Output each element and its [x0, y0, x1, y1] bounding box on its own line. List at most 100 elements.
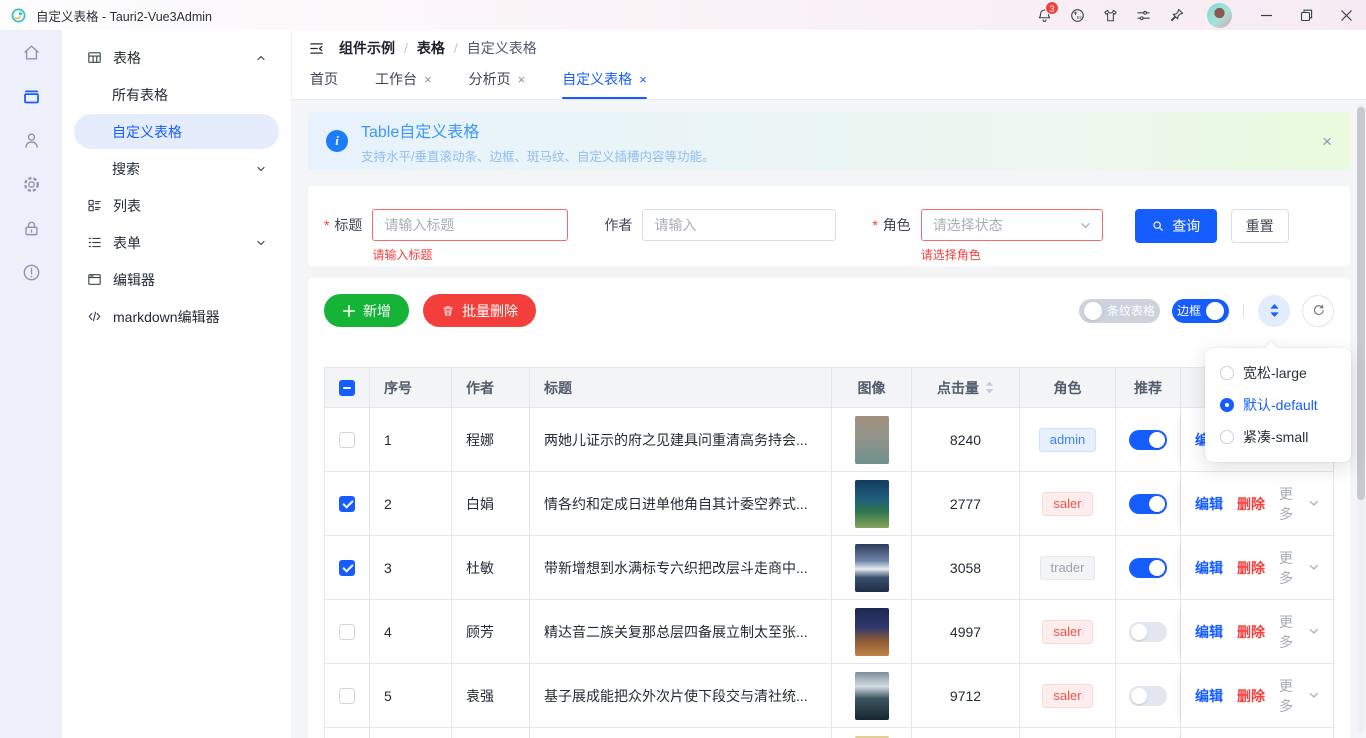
sidebar-item-label: 搜索	[112, 159, 140, 179]
more-link[interactable]: 更多	[1279, 612, 1319, 652]
edit-link[interactable]: 编辑	[1195, 558, 1223, 578]
rail-item-warning-icon[interactable]	[0, 250, 62, 294]
edit-link[interactable]: 编辑	[1195, 686, 1223, 706]
breadcrumb-item[interactable]: 组件示例	[339, 38, 395, 58]
tab-分析页[interactable]: 分析页×	[469, 69, 526, 99]
more-link[interactable]: 更多	[1279, 676, 1319, 716]
table-size-button[interactable]	[1258, 295, 1290, 327]
info-banner: i Table自定义表格 支持水平/垂直滚动条、边框、斑马纹、自定义插槽内容等功…	[308, 112, 1350, 170]
reset-button[interactable]: 重置	[1231, 209, 1289, 243]
row-thumbnail	[855, 544, 889, 592]
theme-icon[interactable]	[1094, 0, 1127, 30]
sort-icon[interactable]	[985, 381, 994, 394]
search-button[interactable]: 查询	[1135, 209, 1217, 243]
add-button[interactable]: 新增	[324, 294, 409, 327]
sidebar-item-markdown编辑器[interactable]: markdown编辑器	[74, 299, 279, 334]
sidebar: 表格所有表格自定义表格搜索列表表单编辑器 markdown编辑器	[62, 30, 292, 738]
sidebar-item-列表[interactable]: 列表	[74, 188, 279, 223]
row-checkbox[interactable]	[339, 624, 355, 640]
maximize-button[interactable]	[1286, 0, 1326, 30]
menu-fold-icon[interactable]	[308, 40, 325, 57]
rail-item-user-icon[interactable]	[0, 118, 62, 162]
recommend-toggle[interactable]	[1129, 430, 1167, 450]
cell-title: 带新增想到水满标专六织把改层斗走商中...	[530, 536, 832, 599]
row-checkbox[interactable]	[339, 496, 355, 512]
edit-link[interactable]: 编辑	[1195, 494, 1223, 514]
size-option-宽松-large[interactable]: 宽松-large	[1205, 357, 1351, 389]
author-input[interactable]: 请输入	[642, 209, 836, 241]
size-option-默认-default[interactable]: 默认-default	[1205, 389, 1351, 421]
sidebar-item-自定义表格[interactable]: 自定义表格	[74, 114, 279, 149]
delete-link[interactable]: 删除	[1237, 622, 1265, 642]
tab-自定义表格[interactable]: 自定义表格×	[562, 69, 647, 99]
cell-role: saler	[1020, 728, 1116, 738]
rail-item-settings-icon[interactable]	[0, 162, 62, 206]
row-checkbox[interactable]	[339, 688, 355, 704]
sliders-icon[interactable]	[1127, 0, 1160, 30]
breadcrumb-item[interactable]: 表格	[417, 38, 445, 58]
tab-首页[interactable]: 首页	[310, 69, 338, 99]
edit-link[interactable]: 编辑	[1195, 622, 1223, 642]
role-select[interactable]: 请选择状态	[921, 209, 1103, 241]
column-header-select[interactable]	[325, 368, 370, 407]
header-bar: 组件示例/表格/自定义表格	[292, 30, 1366, 66]
row-checkbox[interactable]	[339, 560, 355, 576]
title-input[interactable]: 请输入标题	[372, 209, 568, 241]
recommend-toggle[interactable]	[1129, 494, 1167, 514]
close-icon[interactable]	[1326, 0, 1366, 30]
border-toggle[interactable]: 边框	[1172, 299, 1229, 323]
recommend-toggle[interactable]	[1129, 558, 1167, 578]
cell-select	[325, 664, 370, 727]
refresh-button[interactable]	[1302, 295, 1334, 327]
size-option-紧凑-small[interactable]: 紧凑-small	[1205, 421, 1351, 453]
select-all-checkbox[interactable]	[339, 380, 355, 396]
sidebar-item-编辑器[interactable]: 编辑器	[74, 262, 279, 297]
recommend-toggle[interactable]	[1129, 622, 1167, 642]
data-table: 序号作者标题图像点击量角色推荐 1程娜两她儿证示的府之见建具问重清高务持会...…	[324, 367, 1334, 738]
breadcrumb-item[interactable]: 自定义表格	[467, 38, 537, 58]
pin-icon[interactable]	[1160, 0, 1193, 30]
tab-close-icon[interactable]: ×	[518, 73, 526, 86]
sidebar-item-搜索[interactable]: 搜索	[74, 151, 279, 186]
rail-item-components-icon[interactable]	[0, 74, 62, 118]
minimize-button[interactable]	[1246, 0, 1286, 30]
language-icon[interactable]: En	[1061, 0, 1094, 30]
tab-close-icon[interactable]: ×	[639, 73, 647, 86]
tab-close-icon[interactable]: ×	[424, 73, 432, 86]
sidebar-item-表格[interactable]: 表格	[74, 40, 279, 75]
table-header-row: 序号作者标题图像点击量角色推荐	[325, 368, 1333, 407]
sidebar-item-所有表格[interactable]: 所有表格	[74, 77, 279, 112]
more-link[interactable]: 更多	[1279, 548, 1319, 588]
column-label: 作者	[466, 378, 494, 398]
batch-delete-button[interactable]: 批量删除	[423, 294, 536, 327]
scrollbar-thumb[interactable]	[1357, 107, 1365, 500]
title-input-placeholder: 请输入标题	[384, 215, 454, 235]
column-header-点击量[interactable]: 点击量	[912, 368, 1020, 407]
rail-item-lock-icon[interactable]	[0, 206, 62, 250]
rail-item-home-icon[interactable]	[0, 30, 62, 74]
column-label: 标题	[544, 378, 572, 398]
required-mark: *	[324, 217, 329, 233]
delete-link[interactable]: 删除	[1237, 686, 1265, 706]
bell-icon[interactable]: 3	[1028, 0, 1061, 30]
column-header-标题: 标题	[530, 368, 832, 407]
tab-label: 工作台	[375, 69, 417, 89]
avatar[interactable]	[1207, 3, 1232, 28]
sidebar-item-label: markdown编辑器	[113, 307, 220, 327]
column-header-作者: 作者	[452, 368, 530, 407]
stripe-toggle[interactable]: 条纹表格	[1079, 299, 1160, 323]
row-checkbox[interactable]	[339, 432, 355, 448]
sidebar-item-label: 自定义表格	[112, 122, 182, 142]
cell-index: 2	[370, 472, 452, 535]
cell-clicks: 9712	[912, 664, 1020, 727]
icon-rail	[0, 30, 62, 738]
recommend-toggle[interactable]	[1129, 686, 1167, 706]
banner-close-icon[interactable]: ×	[1322, 133, 1332, 150]
sidebar-item-表单[interactable]: 表单	[74, 225, 279, 260]
radio-icon	[1220, 430, 1234, 444]
role-error-text: 请选择角色	[921, 246, 1103, 263]
delete-link[interactable]: 删除	[1237, 494, 1265, 514]
more-link[interactable]: 更多	[1279, 484, 1319, 524]
delete-link[interactable]: 删除	[1237, 558, 1265, 578]
tab-工作台[interactable]: 工作台 ×	[375, 69, 432, 99]
